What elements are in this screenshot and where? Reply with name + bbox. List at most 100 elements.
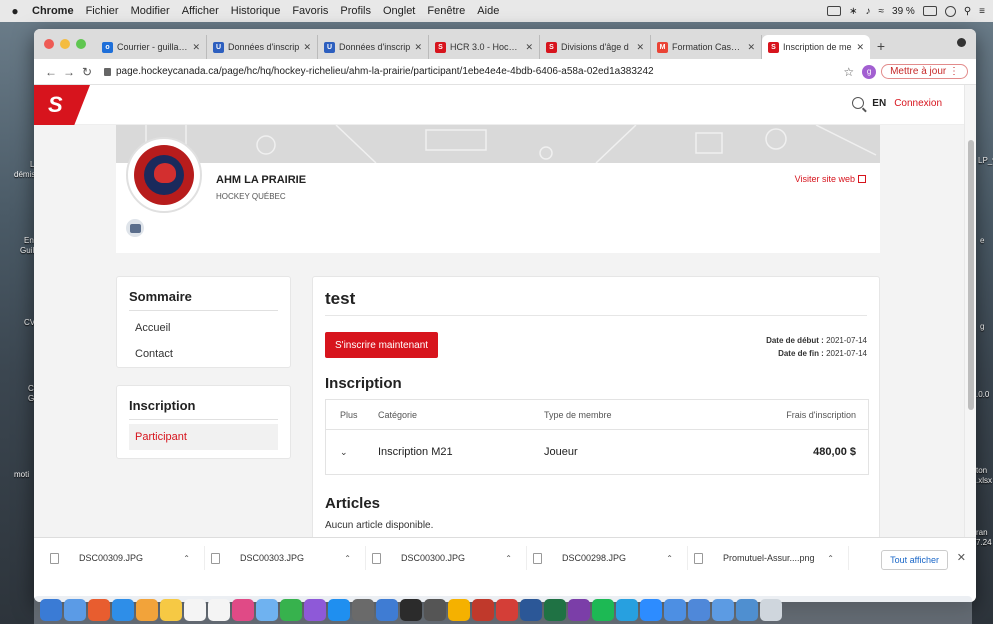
dock-app-icon[interactable] [448, 599, 470, 621]
focus-icon[interactable] [944, 5, 956, 17]
dock-app-icon[interactable] [40, 599, 62, 621]
dock-app-icon[interactable] [760, 599, 782, 621]
download-options-chevron-up-icon[interactable]: ⌃ [827, 554, 834, 563]
download-item[interactable]: DSC00298.JPG ⌃ [527, 546, 688, 570]
browser-tab[interactable]: S Inscription de me ✕ [762, 35, 870, 59]
browser-tab[interactable]: M Formation Cascad ✕ [651, 35, 762, 59]
dock-app-icon[interactable] [352, 599, 374, 621]
dock-app-icon[interactable] [280, 599, 302, 621]
dock-app-icon[interactable] [232, 599, 254, 621]
address-bar[interactable]: page.hockeycanada.ca/page/hc/hq/hockey-r… [104, 66, 843, 77]
dock-app-icon[interactable] [712, 599, 734, 621]
close-tab-icon[interactable]: ✕ [414, 42, 422, 53]
menu-profils[interactable]: Profils [340, 5, 371, 17]
dock-app-icon[interactable] [376, 599, 398, 621]
browser-tab[interactable]: U Données d'inscrip ✕ [318, 35, 429, 59]
lock-icon[interactable] [104, 67, 111, 76]
menu-historique[interactable]: Historique [231, 5, 281, 17]
dock-app-icon[interactable] [688, 599, 710, 621]
spordle-logo[interactable]: S [34, 85, 90, 125]
download-item[interactable]: DSC00303.JPG ⌃ [205, 546, 366, 570]
dock-app-icon[interactable] [568, 599, 590, 621]
menu-fichier[interactable]: Fichier [86, 5, 119, 17]
control-center-icon[interactable]: ≡ [979, 6, 985, 17]
spotlight-icon[interactable]: ⚲ [964, 6, 971, 17]
download-options-chevron-up-icon[interactable]: ⌃ [666, 554, 673, 563]
menu-afficher[interactable]: Afficher [182, 5, 219, 17]
browser-tab[interactable]: o Courrier - guillaum ✕ [96, 35, 207, 59]
volume-icon[interactable]: ♪ [866, 6, 871, 17]
dock-app-icon[interactable] [256, 599, 278, 621]
close-tab-icon[interactable]: ✕ [856, 42, 864, 53]
show-all-downloads-button[interactable]: Tout afficher [881, 550, 948, 570]
dock-app-icon[interactable] [736, 599, 758, 621]
dock-app-icon[interactable] [664, 599, 686, 621]
dock-app-icon[interactable] [328, 599, 350, 621]
sidebar-item-participant[interactable]: Participant [129, 424, 278, 450]
browser-tab[interactable]: S Divisions d'âge d ✕ [540, 35, 651, 59]
menu-modifier[interactable]: Modifier [131, 5, 170, 17]
dock-app-icon[interactable] [424, 599, 446, 621]
dock-app-icon[interactable] [472, 599, 494, 621]
close-window-button[interactable] [44, 39, 54, 49]
menu-app[interactable]: Chrome [32, 5, 74, 17]
browser-tab[interactable]: S HCR 3.0 - Hockey ✕ [429, 35, 540, 59]
dock-app-icon[interactable] [616, 599, 638, 621]
tab-search-icon[interactable] [957, 38, 966, 47]
close-tab-icon[interactable]: ✕ [525, 42, 533, 53]
sidebar-item-contact[interactable]: Contact [117, 341, 290, 367]
battery-label[interactable]: 39 % [892, 6, 915, 17]
dock-app-icon[interactable] [400, 599, 422, 621]
dock-app-icon[interactable] [520, 599, 542, 621]
dock-app-icon[interactable] [64, 599, 86, 621]
new-tab-button[interactable]: + [870, 35, 892, 59]
table-row[interactable]: ⌄ Inscription M21 Joueur 480,00 $ [326, 430, 868, 474]
fullscreen-window-button[interactable] [76, 39, 86, 49]
profile-avatar[interactable]: g [862, 64, 877, 79]
menu-aide[interactable]: Aide [477, 5, 499, 17]
bookmark-star-icon[interactable]: ☆ [843, 65, 854, 79]
dock-app-icon[interactable] [112, 599, 134, 621]
bluetooth-icon[interactable]: ∗ [849, 6, 857, 17]
dock-app-icon[interactable] [304, 599, 326, 621]
register-now-button[interactable]: S'inscrire maintenant [325, 332, 439, 358]
login-link[interactable]: Connexion [894, 98, 942, 109]
expand-chevron-down-icon[interactable]: ⌄ [340, 447, 348, 457]
close-tab-icon[interactable]: ✕ [747, 42, 755, 53]
dock-app-icon[interactable] [88, 599, 110, 621]
update-chrome-button[interactable]: Mettre à jour ⋮ [881, 64, 968, 79]
dock-app-icon[interactable] [640, 599, 662, 621]
language-toggle[interactable]: EN [872, 98, 886, 109]
dock-app-icon[interactable] [160, 599, 182, 621]
sidebar-item-accueil[interactable]: Accueil [117, 315, 290, 341]
scrollbar-thumb[interactable] [968, 140, 974, 410]
menu-fenetre[interactable]: Fenêtre [427, 5, 465, 17]
browser-tab[interactable]: U Données d'inscrip ✕ [207, 35, 318, 59]
close-downloads-icon[interactable]: ✕ [957, 551, 966, 564]
dock-app-icon[interactable] [208, 599, 230, 621]
apple-menu-icon[interactable]: ● [8, 4, 22, 18]
download-options-chevron-up-icon[interactable]: ⌃ [183, 554, 190, 563]
download-item[interactable]: DSC00300.JPG ⌃ [366, 546, 527, 570]
search-icon[interactable] [852, 97, 865, 109]
back-button[interactable]: ← [42, 65, 60, 79]
close-tab-icon[interactable]: ✕ [303, 42, 311, 53]
page-scrollbar[interactable] [964, 85, 976, 537]
close-tab-icon[interactable]: ✕ [192, 42, 200, 53]
download-item[interactable]: DSC00309.JPG ⌃ [44, 546, 205, 570]
forward-button[interactable]: → [60, 65, 78, 79]
download-item[interactable]: Promutuel-Assur....png ⌃ [688, 546, 849, 570]
dock-app-icon[interactable] [592, 599, 614, 621]
wifi-icon[interactable]: ≈ [879, 6, 885, 17]
menu-onglet[interactable]: Onglet [383, 5, 415, 17]
close-tab-icon[interactable]: ✕ [636, 42, 644, 53]
screen-icon[interactable] [827, 6, 842, 16]
reload-button[interactable]: ↻ [78, 65, 96, 79]
visit-website-link[interactable]: Visiter site web [795, 174, 866, 184]
download-options-chevron-up-icon[interactable]: ⌃ [505, 554, 512, 563]
menu-favoris[interactable]: Favoris [292, 5, 328, 17]
dock-app-icon[interactable] [496, 599, 518, 621]
dock-app-icon[interactable] [184, 599, 206, 621]
dock-app-icon[interactable] [136, 599, 158, 621]
download-options-chevron-up-icon[interactable]: ⌃ [344, 554, 351, 563]
